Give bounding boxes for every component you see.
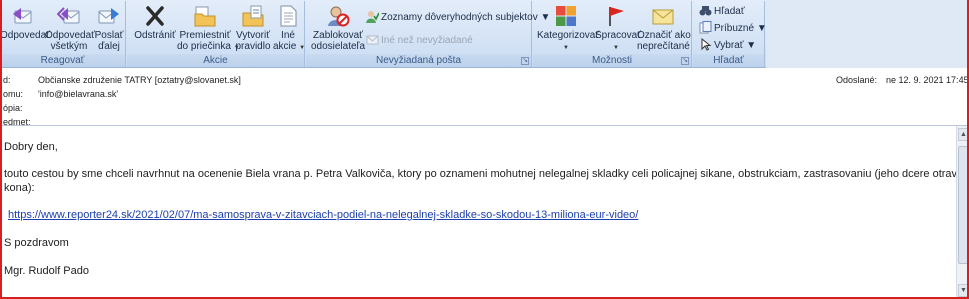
signature-text: Mgr. Rudolf Pado [4, 265, 89, 277]
safe-list-icon [366, 10, 380, 23]
chevron-down-icon: ▼ [299, 45, 306, 51]
group-junk: Zablokovať odosielateľa Zoznamy dôveryho… [306, 1, 550, 67]
forward-icon [97, 4, 121, 28]
sent-label: Odoslané: [836, 75, 878, 85]
reply-icon [10, 4, 34, 28]
other-actions-button[interactable]: Iné akcie ▼ [273, 4, 306, 54]
follow-up-button[interactable]: Spracovať ▼ [595, 4, 641, 54]
delete-button[interactable]: Odstrániť [133, 4, 177, 54]
document-icon [276, 4, 300, 28]
dialog-launcher-icon[interactable]: ↘ [521, 57, 529, 65]
dialog-launcher-icon[interactable]: ↘ [681, 57, 689, 65]
scroll-thumb[interactable] [958, 146, 969, 264]
cursor-icon [699, 37, 712, 51]
cc-row: ópia: [0, 101, 969, 115]
delete-x-icon [143, 4, 167, 28]
envelope-icon [651, 4, 675, 28]
ribbon-empty-area [766, 0, 969, 68]
sent-value: ne 12. 9. 2021 17:45 [886, 75, 969, 85]
closing-text: S pozdravom [4, 237, 69, 249]
message-body[interactable]: Dobry den, touto cestou by sme chceli na… [0, 126, 964, 299]
reply-all-icon [56, 4, 81, 28]
related-button[interactable]: Príbuzné ▼ [699, 21, 767, 37]
block-sender-button[interactable]: Zablokovať odosielateľa [310, 4, 366, 54]
mark-unread-button[interactable]: Označiť ako neprečítané [637, 4, 691, 54]
group-caption-junk: Nevyžiadaná pošta [306, 54, 531, 67]
safe-lists-button[interactable]: Zoznamy dôveryhodných subjektov ▼ [366, 10, 550, 26]
reply-button[interactable]: Odpovedať [0, 4, 50, 54]
scroll-down-icon[interactable]: ▼ [958, 284, 969, 297]
from-value[interactable]: Občianske združenie TATRY [oztatry@slova… [38, 73, 241, 87]
find-button[interactable]: Hľadať [699, 4, 745, 20]
body-line-2: kona): [4, 182, 35, 194]
group-actions: Odstrániť Premiestniť do priečinka ▼ Vyt… [127, 1, 305, 67]
red-flag-icon [604, 4, 628, 28]
group-options: Kategorizovať ▼ Spracovať ▼ Označiť ako … [533, 1, 692, 67]
article-link[interactable]: https://www.reporter24.sk/2021/02/07/ma-… [8, 208, 638, 222]
message-header: d: Občianske združenie TATRY [oztatry@sl… [0, 69, 969, 127]
group-caption-reply: Reagovať [0, 54, 125, 67]
to-value[interactable]: 'info@bielavrana.sk' [38, 87, 118, 101]
chevron-down-icon: ▼ [746, 40, 757, 51]
block-sender-icon [326, 4, 350, 28]
group-reply: Odpovedať Odpovedať všetkým Poslať ďalej… [0, 1, 126, 67]
to-label: omu: [3, 89, 24, 99]
group-find: Hľadať Príbuzné ▼ Vybrať ▼ Hľadať [693, 1, 767, 67]
envelope-disabled-icon [366, 33, 379, 46]
from-row: d: Občianske združenie TATRY [oztatry@sl… [0, 73, 969, 87]
to-row: omu: 'info@bielavrana.sk' [0, 87, 969, 101]
chevron-down-icon: ▼ [563, 45, 569, 51]
not-junk-button[interactable]: Iné než nevyžiadané [366, 33, 473, 49]
group-caption-find: Hľadať [693, 54, 764, 67]
cc-label: ópia: [3, 103, 23, 113]
create-rule-button[interactable]: Vytvoriť pravidlo [233, 4, 273, 54]
chevron-down-icon: ▼ [756, 23, 767, 34]
from-label: d: [3, 75, 11, 85]
forward-button[interactable]: Poslať ďalej [94, 4, 124, 54]
ribbon: Odpovedať Odpovedať všetkým Poslať ďalej… [0, 0, 969, 68]
folder-move-icon [193, 4, 217, 28]
rule-icon [241, 4, 265, 28]
group-caption-actions: Akcie [127, 54, 304, 67]
color-categories-icon [554, 4, 578, 28]
reply-all-button[interactable]: Odpovedať všetkým [45, 4, 95, 54]
move-to-folder-button[interactable]: Premiestniť do priečinka ▼ [177, 4, 240, 54]
group-caption-options: Možnosti [533, 54, 691, 67]
vertical-scrollbar[interactable]: ▲ ▼ [956, 126, 969, 299]
categorize-button[interactable]: Kategorizovať ▼ [537, 4, 599, 54]
chevron-down-icon: ▼ [613, 45, 619, 51]
select-button[interactable]: Vybrať ▼ [699, 37, 757, 54]
related-icon [699, 21, 712, 34]
body-line-1: touto cestou by sme chceli navrhnut na o… [4, 168, 965, 180]
greeting-text: Dobry den, [4, 141, 58, 153]
binoculars-icon [699, 4, 712, 17]
scroll-up-icon[interactable]: ▲ [958, 128, 969, 141]
